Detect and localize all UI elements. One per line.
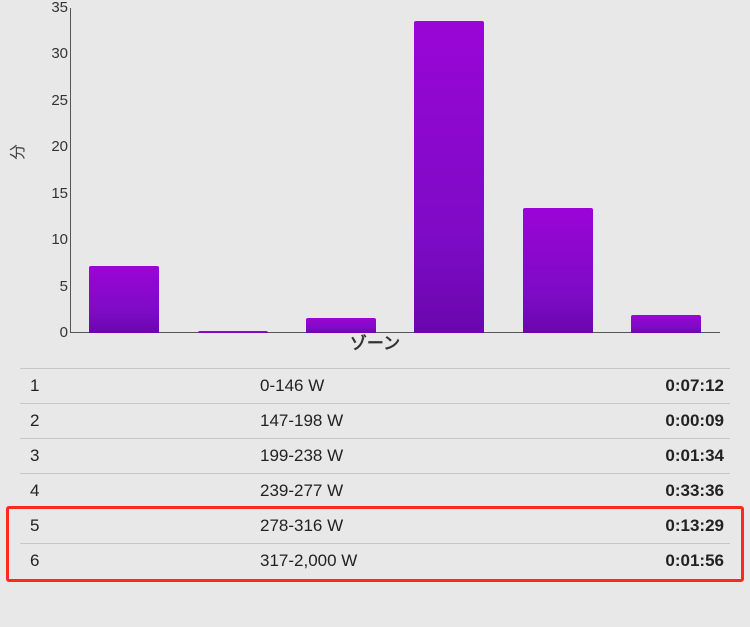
bar-zone-4 — [414, 21, 484, 333]
table-row: 10-146 W0:07:12 — [20, 368, 730, 403]
cell-range: 317-2,000 W — [260, 551, 614, 571]
y-tick-label: 5 — [40, 281, 68, 293]
y-tick-label: 15 — [40, 188, 68, 200]
table-row: 4239-277 W0:33:36 — [20, 473, 730, 508]
y-tick-label: 30 — [40, 48, 68, 60]
bars-container — [70, 8, 720, 333]
plot-area — [70, 8, 720, 333]
cell-zone: 5 — [20, 516, 260, 536]
x-axis-label: ゾーン — [0, 329, 750, 354]
cell-zone: 3 — [20, 446, 260, 466]
table-row: 5278-316 W0:13:29 — [20, 508, 730, 543]
table-row: 6317-2,000 W0:01:56 — [20, 543, 730, 578]
cell-time: 0:07:12 — [614, 376, 730, 396]
cell-zone: 1 — [20, 376, 260, 396]
y-tick-label: 35 — [40, 2, 68, 14]
bar-zone-1 — [89, 266, 159, 333]
cell-time: 0:00:09 — [614, 411, 730, 431]
y-tick-label: 25 — [40, 95, 68, 107]
cell-zone: 4 — [20, 481, 260, 501]
table-row: 3199-238 W0:01:34 — [20, 438, 730, 473]
cell-range: 147-198 W — [260, 411, 614, 431]
zone-bar-chart: 分 05101520253035 ゾーン — [0, 0, 750, 360]
cell-zone: 2 — [20, 411, 260, 431]
table-row: 2147-198 W0:00:09 — [20, 403, 730, 438]
cell-time: 0:01:56 — [614, 551, 730, 571]
y-tick-label: 20 — [40, 141, 68, 153]
cell-time: 0:33:36 — [614, 481, 730, 501]
cell-zone: 6 — [20, 551, 260, 571]
cell-range: 278-316 W — [260, 516, 614, 536]
y-axis-ticks: 05101520253035 — [40, 8, 68, 333]
y-tick-label: 10 — [40, 234, 68, 246]
cell-time: 0:01:34 — [614, 446, 730, 466]
y-axis-label: 分 — [4, 144, 28, 160]
cell-time: 0:13:29 — [614, 516, 730, 536]
zone-table: 10-146 W0:07:122147-198 W0:00:093199-238… — [20, 368, 730, 578]
bar-zone-5 — [523, 208, 593, 333]
cell-range: 239-277 W — [260, 481, 614, 501]
cell-range: 199-238 W — [260, 446, 614, 466]
cell-range: 0-146 W — [260, 376, 614, 396]
